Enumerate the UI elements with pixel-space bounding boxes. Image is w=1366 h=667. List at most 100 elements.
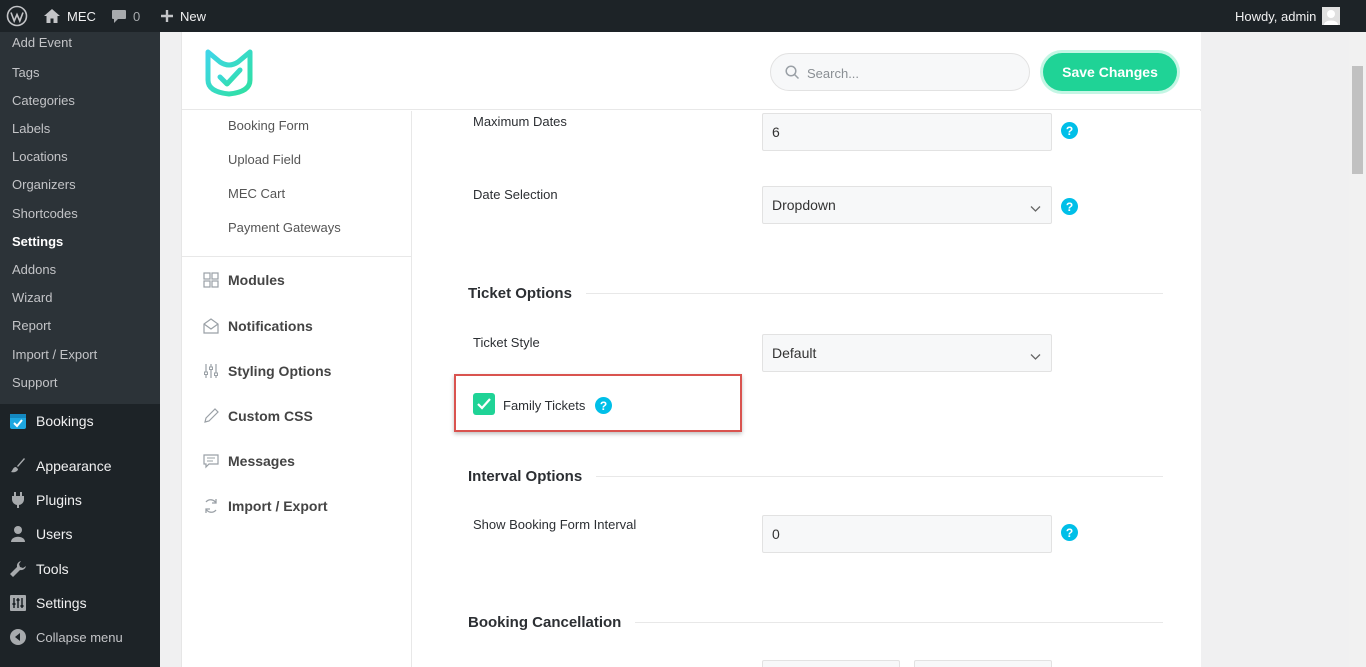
date-selection-select[interactable]: Dropdown — [762, 186, 1052, 224]
cancellation-period-input-to[interactable] — [914, 660, 1052, 667]
mec-logo — [202, 44, 256, 98]
annotation-highlight-box — [454, 374, 742, 432]
plugin-icon — [9, 491, 27, 509]
user-icon — [9, 525, 27, 543]
nav-custom-css[interactable]: Custom CSS — [202, 406, 313, 426]
menu-bookings-label: Bookings — [36, 413, 94, 429]
submenu-settings[interactable]: Settings — [12, 234, 63, 249]
booking-cancellation-section: Booking Cancellation — [468, 612, 1163, 632]
booking-form-interval-input[interactable]: 0 — [762, 515, 1052, 553]
maximum-dates-help-icon[interactable]: ? — [1061, 122, 1078, 139]
search-input[interactable] — [807, 63, 1017, 83]
booking-form-interval-label: Show Booking Form Interval — [473, 517, 637, 532]
save-changes-button[interactable]: Save Changes — [1043, 53, 1177, 91]
booking-form-interval-value: 0 — [772, 526, 780, 542]
search-icon — [785, 65, 800, 85]
grid-icon — [202, 271, 220, 289]
submenu-shortcodes[interactable]: Shortcodes — [12, 206, 78, 221]
date-selection-label: Date Selection — [473, 187, 558, 202]
howdy-text: Howdy, admin — [1235, 8, 1317, 24]
interval-options-section: Interval Options — [468, 466, 1163, 486]
sliders-icon — [202, 362, 220, 380]
new-content-link[interactable]: New — [160, 0, 206, 32]
chevron-down-icon — [1030, 200, 1041, 216]
date-selection-help-icon[interactable]: ? — [1061, 198, 1078, 215]
section-divider — [635, 621, 1163, 623]
menu-users[interactable]: Users — [0, 517, 160, 551]
submenu-report[interactable]: Report — [12, 318, 51, 333]
ticket-style-select[interactable]: Default — [762, 334, 1052, 372]
nav-booking-form[interactable]: Booking Form — [228, 118, 309, 133]
booking-cancellation-title: Booking Cancellation — [468, 613, 622, 631]
wordpress-logo-icon[interactable] — [6, 0, 28, 32]
submenu-support[interactable]: Support — [12, 375, 58, 390]
new-label: New — [180, 8, 207, 24]
menu-plugins[interactable]: Plugins — [0, 483, 160, 517]
section-divider — [596, 475, 1163, 477]
paintbrush-icon — [9, 457, 27, 475]
menu-bookings[interactable]: Bookings — [0, 404, 160, 438]
nav-styling-options[interactable]: Styling Options — [202, 361, 331, 381]
collapse-menu-label: Collapse menu — [36, 629, 123, 645]
site-home-link[interactable]: MEC — [43, 0, 96, 32]
menu-plugins-label: Plugins — [36, 492, 82, 508]
plus-icon — [160, 9, 174, 23]
settings-nav: Booking Form Upload Field MEC Cart Payme… — [182, 111, 412, 667]
submenu-categories[interactable]: Categories — [12, 93, 75, 108]
nav-modules-label: Modules — [228, 272, 285, 288]
menu-tools[interactable]: Tools — [0, 552, 160, 586]
nav-import-export-label: Import / Export — [228, 498, 328, 514]
nav-custom-css-label: Custom CSS — [228, 408, 313, 424]
nav-payment-gateways[interactable]: Payment Gateways — [228, 220, 341, 235]
section-divider — [585, 292, 1163, 294]
submenu-addons[interactable]: Addons — [12, 262, 56, 277]
comment-icon — [111, 9, 127, 24]
booking-settings-form: Maximum Dates 6 ? Date Selection Dropdow… — [413, 111, 1201, 667]
mec-submenu: Add Event Tags Categories Labels Locatio… — [0, 32, 160, 404]
envelope-icon — [202, 317, 220, 335]
nav-styling-options-label: Styling Options — [228, 363, 332, 379]
submenu-organizers[interactable]: Organizers — [12, 177, 76, 192]
bookings-icon — [9, 412, 27, 430]
submenu-import-export[interactable]: Import / Export — [12, 347, 97, 362]
message-icon — [202, 452, 220, 470]
maximum-dates-value: 6 — [772, 124, 780, 140]
menu-appearance[interactable]: Appearance — [0, 449, 160, 483]
menu-appearance-label: Appearance — [36, 458, 112, 474]
nav-notifications[interactable]: Notifications — [202, 316, 313, 336]
maximum-dates-input[interactable]: 6 — [762, 113, 1052, 151]
my-account-link[interactable]: Howdy, admin — [1235, 0, 1341, 32]
ticket-style-value: Default — [772, 345, 817, 361]
pencil-icon — [202, 407, 220, 425]
page-scrollbar-thumb[interactable] — [1352, 66, 1363, 174]
nav-modules[interactable]: Modules — [202, 270, 285, 290]
nav-divider — [182, 256, 412, 257]
date-selection-value: Dropdown — [772, 197, 836, 213]
nav-mec-cart[interactable]: MEC Cart — [228, 186, 285, 201]
submenu-labels[interactable]: Labels — [12, 121, 50, 136]
comments-link[interactable]: 0 — [111, 0, 140, 32]
collapse-menu-button[interactable]: Collapse menu — [0, 620, 160, 654]
nav-upload-field[interactable]: Upload Field — [228, 152, 301, 167]
nav-import-export[interactable]: Import / Export — [202, 496, 328, 516]
sync-icon — [202, 497, 220, 515]
comments-count: 0 — [133, 8, 141, 24]
settings-header: Save Changes — [182, 32, 1201, 110]
admin-sidebar: Add Event Tags Categories Labels Locatio… — [0, 32, 160, 667]
menu-users-label: Users — [36, 526, 73, 542]
menu-tools-label: Tools — [36, 561, 69, 577]
menu-settings[interactable]: Settings — [0, 586, 160, 620]
submenu-wizard[interactable]: Wizard — [12, 290, 52, 305]
settings-panel: Save Changes Booking Form Upload Field M… — [181, 32, 1201, 667]
cancellation-period-input-from[interactable] — [762, 660, 900, 667]
collapse-arrow-icon — [9, 628, 27, 646]
nav-messages[interactable]: Messages — [202, 451, 295, 471]
ticket-options-title: Ticket Options — [468, 284, 572, 302]
submenu-add-event[interactable]: Add Event — [12, 35, 72, 50]
settings-search[interactable] — [770, 53, 1030, 91]
sliders-icon — [9, 594, 27, 612]
booking-form-interval-help-icon[interactable]: ? — [1061, 524, 1078, 541]
submenu-tags[interactable]: Tags — [12, 65, 39, 80]
avatar — [1322, 7, 1341, 25]
submenu-locations[interactable]: Locations — [12, 149, 68, 164]
